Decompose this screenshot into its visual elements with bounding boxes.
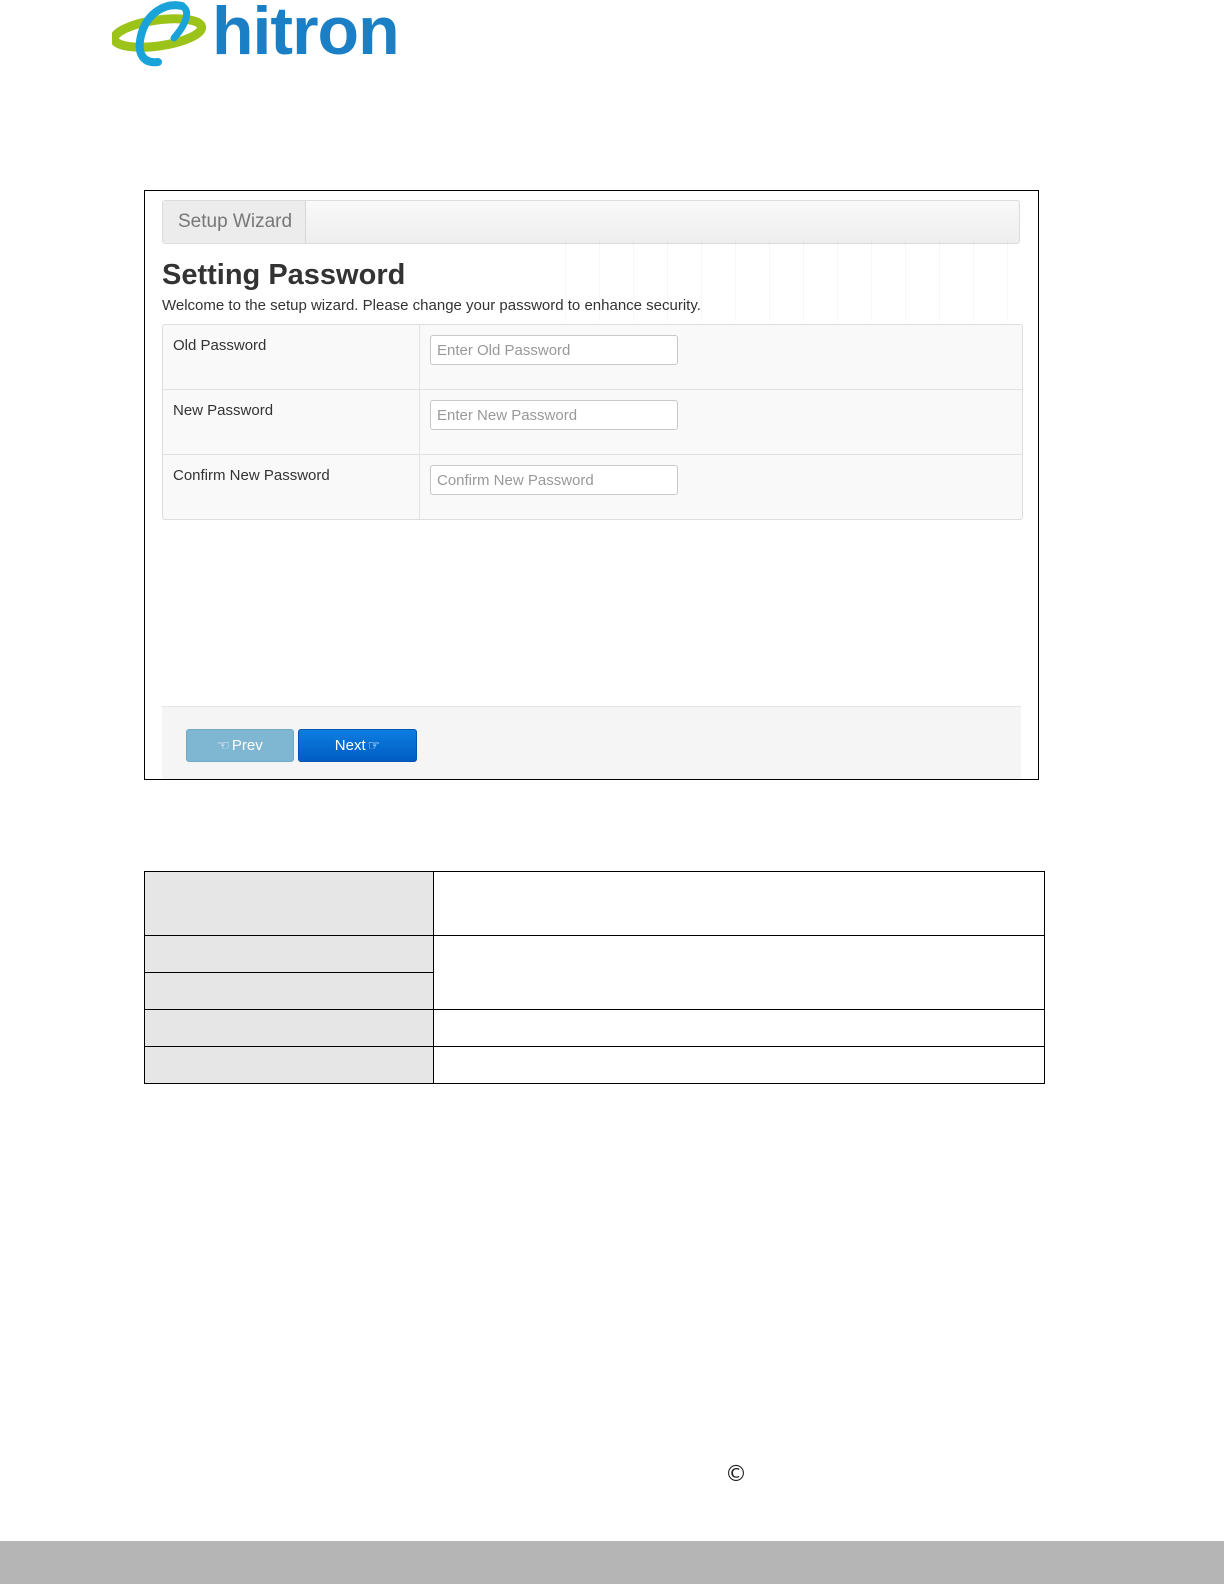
table-value-cell xyxy=(433,1009,1045,1047)
form-row-confirm-password: Confirm New Password xyxy=(163,454,1022,519)
wizard-tab-bar: Setup Wizard xyxy=(162,200,1020,244)
hitron-wordmark: hitron xyxy=(212,0,400,69)
table-key-cell xyxy=(144,1046,434,1084)
hitron-swoosh-icon xyxy=(112,1,207,67)
table-row xyxy=(144,871,1045,936)
tab-setup-wizard[interactable]: Setup Wizard xyxy=(163,201,306,243)
table-value-cell xyxy=(433,871,1045,936)
page-footer-bar xyxy=(0,1541,1224,1584)
password-form: Old Password New Password Confirm New Pa… xyxy=(162,324,1023,520)
table-row xyxy=(144,1009,1045,1047)
table-row xyxy=(144,935,1045,1010)
confirm-password-label: Confirm New Password xyxy=(163,455,420,519)
hand-point-left-icon: ☜ xyxy=(217,737,230,753)
old-password-label: Old Password xyxy=(163,325,420,389)
field-description-table xyxy=(144,871,1045,1084)
table-value-cell xyxy=(433,935,1045,1010)
table-row xyxy=(144,1046,1045,1084)
hand-point-right-icon: ☞ xyxy=(367,737,381,753)
table-key-cell xyxy=(144,871,434,936)
table-key-cell xyxy=(144,1009,434,1047)
copyright-symbol: © xyxy=(725,1462,747,1487)
setup-wizard-screenshot: Setup Wizard Setting Password Welcome to… xyxy=(144,190,1039,780)
confirm-password-input[interactable] xyxy=(430,465,678,495)
next-button-label: Next xyxy=(334,737,366,754)
wizard-footer: ☜ Prev Next ☞ xyxy=(162,706,1021,779)
page-title: Setting Password xyxy=(162,259,406,291)
table-value-cell xyxy=(433,1046,1045,1084)
page-description: Welcome to the setup wizard. Please chan… xyxy=(162,297,701,314)
old-password-input[interactable] xyxy=(430,335,678,365)
table-key-cell xyxy=(144,935,434,973)
table-key-cell xyxy=(144,972,434,1010)
new-password-label: New Password xyxy=(163,390,420,454)
next-button[interactable]: Next ☞ xyxy=(298,729,417,762)
prev-button[interactable]: ☜ Prev xyxy=(186,729,294,762)
form-row-old-password: Old Password xyxy=(163,325,1022,389)
new-password-input[interactable] xyxy=(430,400,678,430)
hitron-logo: hitron xyxy=(112,0,432,70)
form-row-new-password: New Password xyxy=(163,389,1022,454)
prev-button-label: Prev xyxy=(231,737,263,754)
